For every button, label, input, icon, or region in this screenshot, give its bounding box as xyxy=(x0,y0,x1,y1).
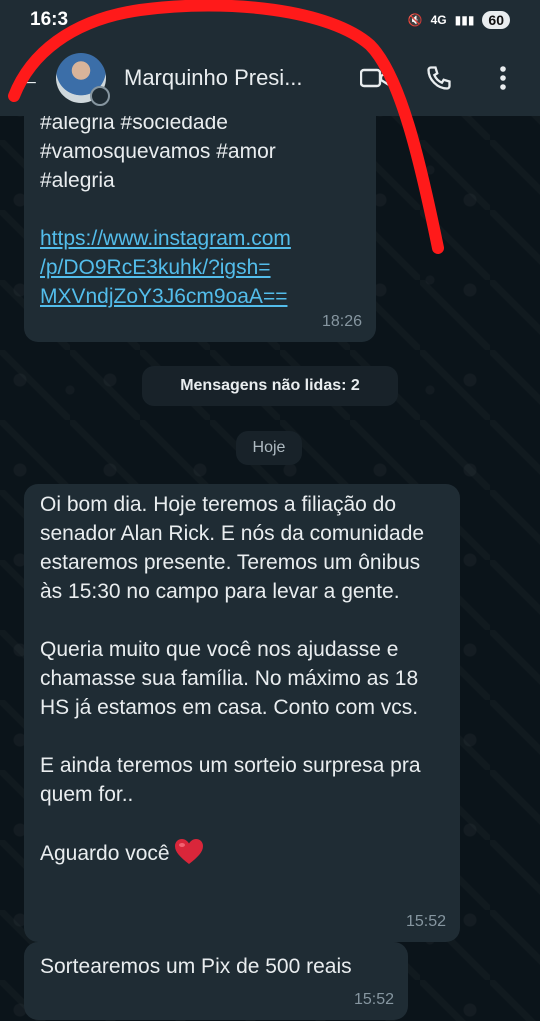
unread-divider: Mensagens não lidas: 2 xyxy=(142,366,398,406)
message-text: #alegria #sociedade #vamosquevamos #amor… xyxy=(40,108,370,311)
message-paragraph: Oi bom dia. Hoje teremos a filiação do s… xyxy=(40,493,425,603)
date-divider: Hoje xyxy=(236,431,302,465)
message-paragraph: Queria muito que você nos ajudasse e cha… xyxy=(40,638,419,719)
phone-icon[interactable] xyxy=(424,63,454,93)
status-bar: 16:3 🔇 4G ▮▮▮ 60 xyxy=(0,0,540,40)
message-paragraph-last: Aguardo você xyxy=(40,838,444,868)
status-ring-icon xyxy=(90,86,110,106)
message-time: 18:26 xyxy=(321,313,362,330)
message-link[interactable]: https://www.instagram.com /p/DO9RcE3kuhk… xyxy=(40,227,291,308)
more-vertical-icon[interactable] xyxy=(488,63,518,93)
status-icons: 🔇 4G ▮▮▮ 60 xyxy=(408,11,510,29)
contact-name[interactable]: Marquinho Presi... xyxy=(124,65,334,91)
message-time: 15:52 xyxy=(405,913,446,930)
avatar[interactable] xyxy=(56,53,110,106)
message-bubble[interactable]: Sortearemos um Pix de 500 reais 15:52 xyxy=(24,942,408,1020)
video-camera-icon[interactable] xyxy=(360,63,390,93)
chat-header: ← Marquinho Presi... xyxy=(0,40,540,116)
network-label: 4G xyxy=(430,13,447,27)
message-bubble[interactable]: #alegria #sociedade #vamosquevamos #amor… xyxy=(24,112,376,342)
message-list[interactable]: #alegria #sociedade #vamosquevamos #amor… xyxy=(0,112,540,1021)
signal-icon: ▮▮▮ xyxy=(454,13,475,27)
battery-level: 60 xyxy=(482,11,510,29)
status-time: 16:3 xyxy=(30,9,69,30)
mute-icon: 🔇 xyxy=(407,13,423,27)
arrow-left-icon[interactable]: ← xyxy=(0,40,56,116)
message-hashtags: #alegria #sociedade #vamosquevamos #amor… xyxy=(40,111,276,192)
message-paragraph: E ainda teremos um sorteio surpresa pra … xyxy=(40,754,421,806)
message-bubble[interactable]: Oi bom dia. Hoje teremos a filiação do s… xyxy=(24,484,460,942)
message-text: Aguardo você xyxy=(40,842,170,865)
message-time: 15:52 xyxy=(353,991,394,1008)
message-text: Sortearemos um Pix de 500 reais xyxy=(40,955,352,978)
heart-emoji-icon xyxy=(174,839,203,864)
header-actions xyxy=(360,63,540,93)
